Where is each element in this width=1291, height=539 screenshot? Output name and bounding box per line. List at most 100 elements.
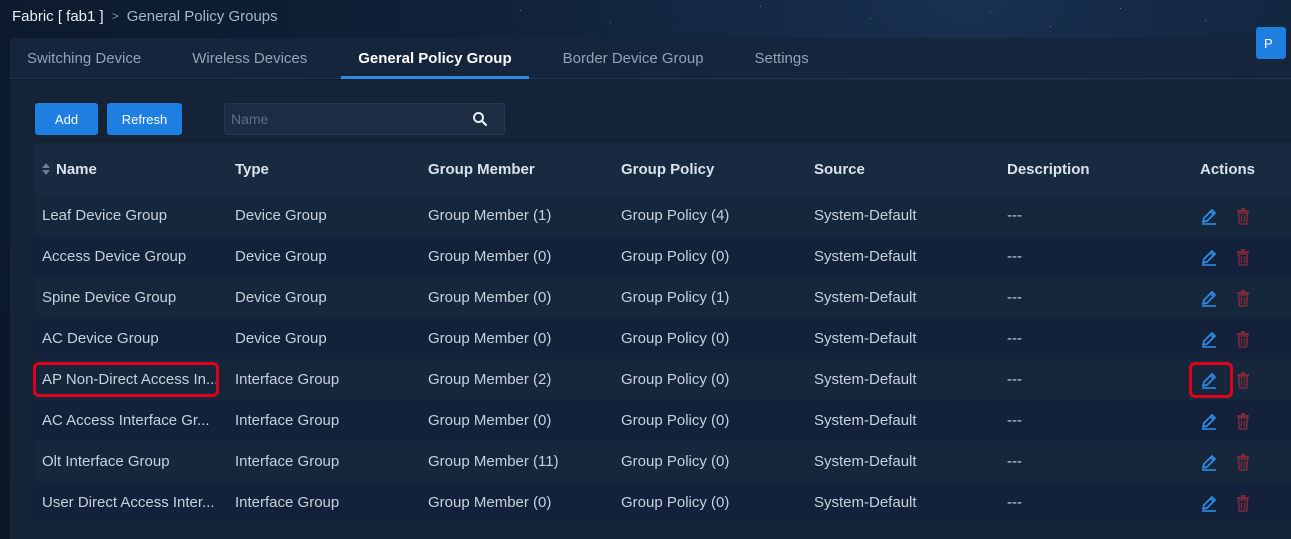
table-row: AC Access Interface Gr... Interface Group…	[35, 400, 1291, 441]
pencil-icon[interactable]	[1199, 493, 1219, 513]
cell-description: ---	[1007, 412, 1022, 429]
cell-source: System-Default	[814, 330, 917, 347]
cell-group-member[interactable]: Group Member (1)	[421, 207, 614, 224]
breadcrumb-separator: >	[111, 9, 119, 23]
cell-group-policy[interactable]: Group Policy (0)	[614, 248, 807, 265]
cell-description: ---	[1007, 494, 1022, 511]
policy-group-table: Name Type Group Member Group Policy Sour…	[35, 143, 1291, 523]
pencil-icon[interactable]	[1199, 411, 1219, 431]
tab-border-device-group[interactable]: Border Device Group	[546, 38, 721, 78]
sort-icon[interactable]	[42, 162, 50, 175]
table-body: Leaf Device Group Device Group Group Membe…	[35, 195, 1291, 523]
cell-group-member[interactable]: Group Member (0)	[421, 412, 614, 429]
cell-group-member[interactable]: Group Member (0)	[421, 494, 614, 511]
trash-icon[interactable]	[1233, 493, 1253, 513]
trash-icon[interactable]	[1233, 247, 1253, 267]
trash-icon[interactable]	[1233, 206, 1253, 226]
cell-group-member[interactable]: Group Member (0)	[421, 248, 614, 265]
cell-group-member[interactable]: Group Member (11)	[421, 453, 614, 470]
cell-actions	[1193, 452, 1291, 472]
cell-group-policy[interactable]: Group Policy (1)	[614, 289, 807, 306]
table-row: AP Non-Direct Access In... Interface Grou…	[35, 359, 1291, 400]
trash-icon[interactable]	[1233, 329, 1253, 349]
table-row: AC Device Group Device Group Group Member …	[35, 318, 1291, 359]
cell-source: System-Default	[814, 289, 917, 306]
cell-type: Device Group	[235, 248, 327, 265]
table-row: Access Device Group Device Group Group Mem…	[35, 236, 1291, 277]
column-header-type: Type	[235, 160, 269, 178]
pencil-icon[interactable]	[1199, 247, 1219, 267]
breadcrumb: Fabric [ fab1 ] > General Policy Groups	[12, 6, 278, 26]
pencil-icon[interactable]	[1199, 329, 1219, 349]
cell-description: ---	[1007, 453, 1022, 470]
pencil-icon[interactable]	[1199, 370, 1219, 390]
cell-actions	[1193, 247, 1291, 267]
cell-type: Device Group	[235, 207, 327, 224]
cell-description: ---	[1007, 248, 1022, 265]
cell-description: ---	[1007, 207, 1022, 224]
search-input[interactable]	[225, 110, 472, 128]
trash-icon[interactable]	[1233, 288, 1253, 308]
tab-settings[interactable]: Settings	[738, 38, 826, 78]
cell-description: ---	[1007, 330, 1022, 347]
cell-source: System-Default	[814, 371, 917, 388]
search-icon[interactable]	[472, 111, 488, 127]
column-header-actions: Actions	[1200, 160, 1256, 178]
tab-general-policy-group[interactable]: General Policy Group	[341, 38, 530, 79]
tab-bar: Switching Device Wireless Devices Genera…	[10, 38, 1291, 79]
table-row: Spine Device Group Device Group Group Memb…	[35, 277, 1291, 318]
trash-icon[interactable]	[1233, 452, 1253, 472]
table-row: Leaf Device Group Device Group Group Membe…	[35, 195, 1291, 236]
column-header-source: Source	[814, 160, 865, 178]
cell-name: AC Device Group	[42, 330, 159, 347]
cell-group-policy[interactable]: Group Policy (0)	[614, 330, 807, 347]
pencil-icon[interactable]	[1199, 452, 1219, 472]
cell-type: Interface Group	[235, 412, 340, 429]
cell-group-policy[interactable]: Group Policy (0)	[614, 412, 807, 429]
cell-actions	[1193, 411, 1291, 431]
cell-group-member[interactable]: Group Member (0)	[421, 330, 614, 347]
add-button[interactable]: Add	[35, 103, 98, 135]
trash-icon[interactable]	[1233, 370, 1253, 390]
cell-name: Spine Device Group	[42, 289, 177, 306]
cell-name: User Direct Access Inter...	[42, 494, 215, 511]
cell-group-member[interactable]: Group Member (0)	[421, 289, 614, 306]
cell-source: System-Default	[814, 207, 917, 224]
cell-group-policy[interactable]: Group Policy (0)	[614, 371, 807, 388]
cell-type: Interface Group	[235, 453, 340, 470]
cell-group-member[interactable]: Group Member (2)	[421, 371, 614, 388]
trash-icon[interactable]	[1233, 411, 1253, 431]
refresh-button[interactable]: Refresh	[107, 103, 182, 135]
cell-name: Access Device Group	[42, 248, 187, 265]
cell-type: Device Group	[235, 289, 327, 306]
cell-actions	[1193, 329, 1291, 349]
cell-source: System-Default	[814, 412, 917, 429]
cell-description: ---	[1007, 289, 1022, 306]
cell-type: Device Group	[235, 330, 327, 347]
column-header-group-policy: Group Policy	[621, 160, 715, 178]
breadcrumb-current: General Policy Groups	[126, 7, 278, 25]
pencil-icon[interactable]	[1199, 206, 1219, 226]
partial-right-button[interactable]: P	[1256, 27, 1286, 59]
column-header-name[interactable]: Name	[35, 161, 228, 178]
cell-actions	[1193, 493, 1291, 513]
cell-name: Olt Interface Group	[42, 453, 170, 470]
column-header-name-label: Name	[56, 160, 97, 178]
table-header: Name Type Group Member Group Policy Sour…	[35, 143, 1291, 195]
column-header-group-member: Group Member	[428, 160, 535, 178]
cell-group-policy[interactable]: Group Policy (0)	[614, 453, 807, 470]
cell-name: AC Access Interface Gr...	[42, 412, 210, 429]
tab-wireless-devices[interactable]: Wireless Devices	[175, 38, 324, 78]
cell-actions	[1193, 288, 1291, 308]
cell-actions	[1193, 370, 1291, 390]
cell-type: Interface Group	[235, 371, 340, 388]
cell-name: AP Non-Direct Access In...	[42, 371, 219, 388]
cell-group-policy[interactable]: Group Policy (4)	[614, 207, 807, 224]
cell-description: ---	[1007, 371, 1022, 388]
table-row: Olt Interface Group Interface Group Group …	[35, 441, 1291, 482]
table-row: User Direct Access Inter... Interface Gro…	[35, 482, 1291, 523]
pencil-icon[interactable]	[1199, 288, 1219, 308]
cell-group-policy[interactable]: Group Policy (0)	[614, 494, 807, 511]
tab-switching-device[interactable]: Switching Device	[10, 38, 158, 78]
breadcrumb-fabric[interactable]: Fabric [ fab1 ]	[12, 8, 104, 25]
